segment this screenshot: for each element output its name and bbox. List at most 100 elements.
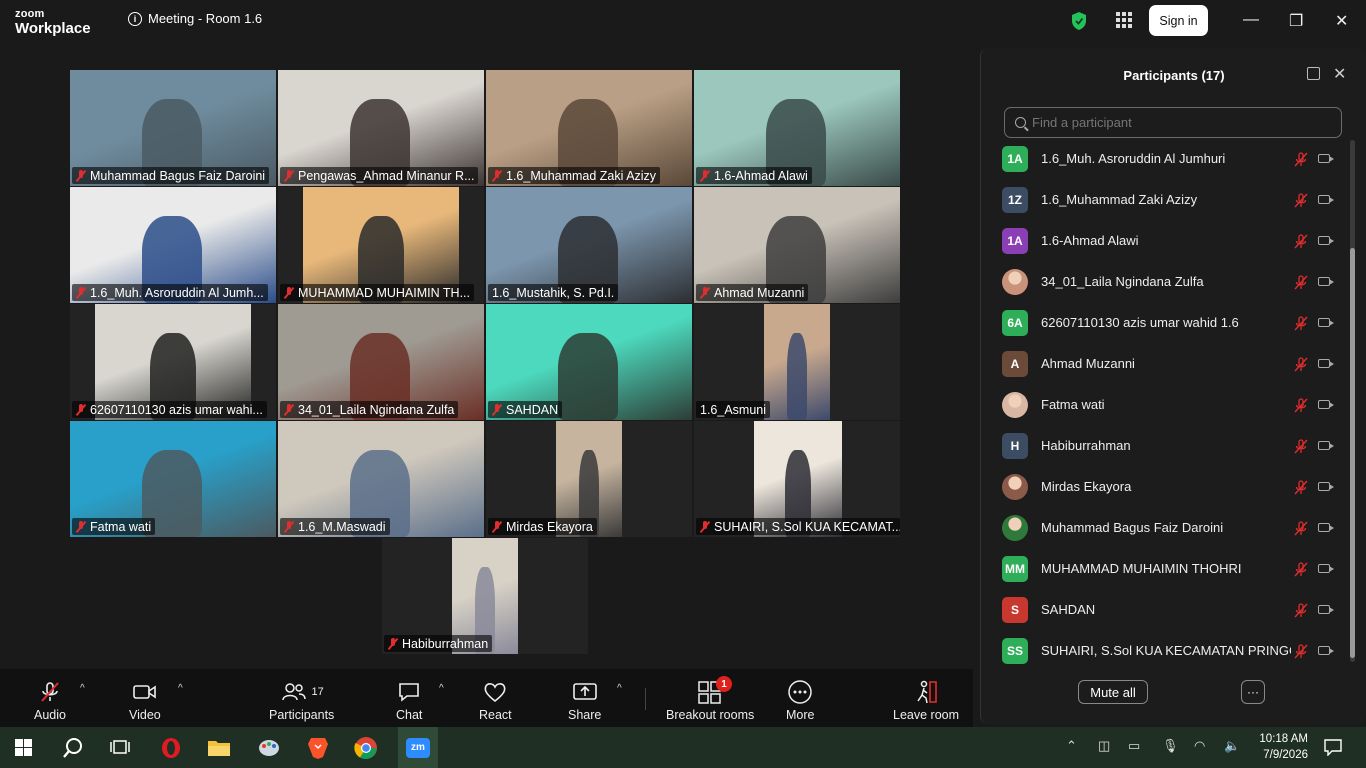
sign-in-button[interactable]: Sign in — [1149, 5, 1208, 36]
more-button[interactable]: More — [786, 679, 814, 722]
camera-off-icon[interactable] — [1318, 236, 1334, 245]
chat-button[interactable]: Chat — [396, 679, 422, 722]
video-tile[interactable]: Habiburrahman — [382, 538, 588, 654]
tray-overflow-icon[interactable]: ⌃ — [1066, 738, 1077, 754]
participant-row[interactable]: 1A 1.6-Ahmad Alawi — [1002, 220, 1342, 261]
video-tile[interactable]: MUHAMMAD MUHAIMIN TH... — [278, 187, 484, 303]
video-tile[interactable]: Fatma wati — [70, 421, 276, 537]
paint-icon[interactable] — [256, 735, 282, 761]
chat-options-caret[interactable]: ^ — [439, 683, 444, 694]
camera-off-icon[interactable] — [1318, 154, 1334, 163]
mic-muted-icon[interactable] — [1294, 357, 1308, 372]
minimize-button[interactable]: — — [1243, 11, 1259, 29]
participants-button[interactable]: 17 Participants — [269, 679, 334, 722]
mic-muted-icon[interactable] — [1294, 644, 1308, 659]
volume-icon[interactable]: 🔈 — [1224, 738, 1240, 754]
react-button[interactable]: React — [479, 679, 512, 722]
search-taskbar-icon[interactable] — [62, 737, 84, 759]
participant-row[interactable]: Muhammad Bagus Faiz Daroini — [1002, 507, 1342, 548]
video-options-caret[interactable]: ^ — [178, 683, 183, 694]
chrome-icon[interactable] — [353, 735, 379, 761]
camera-off-icon[interactable] — [1318, 318, 1334, 327]
camera-off-icon[interactable] — [1318, 646, 1334, 655]
participant-row[interactable]: Fatma wati — [1002, 384, 1342, 425]
file-explorer-icon[interactable] — [206, 735, 232, 761]
video-tile[interactable]: Ahmad Muzanni — [694, 187, 900, 303]
notifications-icon[interactable] — [1324, 739, 1342, 756]
video-tile[interactable]: 1.6_Asmuni — [694, 304, 900, 420]
participant-row[interactable]: S SAHDAN — [1002, 589, 1342, 630]
participant-row[interactable]: A Ahmad Muzanni — [1002, 343, 1342, 384]
search-input[interactable] — [1032, 115, 1332, 130]
mute-all-button[interactable]: Mute all — [1078, 680, 1148, 704]
mic-muted-icon[interactable] — [1294, 275, 1308, 290]
participant-row[interactable]: 1Z 1.6_Muhammad Zaki Azizy — [1002, 179, 1342, 220]
video-tile[interactable]: 62607110130 azis umar wahi... — [70, 304, 276, 420]
camera-off-icon[interactable] — [1318, 441, 1334, 450]
video-tile[interactable]: 1.6_Mustahik, S. Pd.I. — [486, 187, 692, 303]
participant-row[interactable]: 1A 1.6_Muh. Asroruddin Al Jumhuri — [1002, 138, 1342, 179]
video-tile[interactable]: Muhammad Bagus Faiz Daroini — [70, 70, 276, 186]
camera-off-icon[interactable] — [1318, 523, 1334, 532]
battery-icon[interactable]: ▭ — [1128, 738, 1140, 754]
video-tile[interactable]: Mirdas Ekayora — [486, 421, 692, 537]
task-view-icon[interactable] — [110, 738, 130, 756]
video-tile[interactable]: 34_01_Laila Ngindana Zulfa — [278, 304, 484, 420]
video-tile[interactable]: 1.6_Muhammad Zaki Azizy — [486, 70, 692, 186]
camera-off-icon[interactable] — [1318, 277, 1334, 286]
mic-muted-icon[interactable] — [1294, 562, 1308, 577]
camera-off-icon[interactable] — [1318, 359, 1334, 368]
camera-off-icon[interactable] — [1318, 564, 1334, 573]
audio-options-caret[interactable]: ^ — [80, 683, 85, 694]
windows-start-icon[interactable] — [15, 739, 32, 756]
leave-room-button[interactable]: Leave room — [893, 679, 959, 722]
opera-icon[interactable] — [158, 735, 184, 761]
video-tile[interactable]: 1.6_Muh. Asroruddin Al Jumh... — [70, 187, 276, 303]
apps-grid-icon[interactable] — [1116, 12, 1132, 28]
close-window-button[interactable]: ✕ — [1335, 11, 1348, 31]
camera-off-icon[interactable] — [1318, 605, 1334, 614]
shield-icon[interactable] — [1070, 11, 1088, 31]
participant-search[interactable] — [1004, 107, 1342, 138]
video-tile[interactable]: Pengawas_Ahmad Minanur R... — [278, 70, 484, 186]
close-icon[interactable]: ✕ — [1333, 64, 1346, 84]
scrollbar-thumb[interactable] — [1350, 248, 1355, 658]
participant-row[interactable]: SS SUHAIRI, S.Sol KUA KECAMATAN PRINGG... — [1002, 630, 1342, 671]
pop-out-icon[interactable] — [1307, 67, 1320, 80]
mic-muted-icon[interactable] — [1294, 480, 1308, 495]
video-tile[interactable]: SUHAIRI, S.Sol KUA KECAMAT... — [694, 421, 900, 537]
video-button[interactable]: Video — [129, 679, 161, 722]
share-options-caret[interactable]: ^ — [617, 683, 622, 694]
more-options-button[interactable]: ··· — [1241, 680, 1265, 704]
camera-off-icon[interactable] — [1318, 400, 1334, 409]
mic-muted-icon[interactable] — [1294, 439, 1308, 454]
mic-muted-icon[interactable] — [1294, 398, 1308, 413]
meet-now-icon[interactable]: ◫ — [1098, 738, 1110, 754]
mic-muted-icon[interactable] — [1294, 521, 1308, 536]
camera-off-icon[interactable] — [1318, 482, 1334, 491]
share-button[interactable]: Share — [568, 679, 601, 722]
maximize-button[interactable]: ❐ — [1289, 11, 1303, 31]
participant-row[interactable]: Mirdas Ekayora — [1002, 466, 1342, 507]
zoom-taskbar-icon[interactable]: zm — [398, 727, 438, 768]
microphone-tray-icon[interactable]: 🎙 — [1162, 738, 1179, 754]
mic-muted-icon[interactable] — [1294, 603, 1308, 618]
breakout-rooms-button[interactable]: Breakout rooms — [666, 679, 754, 722]
mic-muted-icon[interactable] — [1294, 193, 1308, 208]
wifi-icon[interactable]: ◠ — [1194, 738, 1205, 754]
mic-muted-icon[interactable] — [1294, 152, 1308, 167]
camera-off-icon[interactable] — [1318, 195, 1334, 204]
brave-browser-icon[interactable] — [305, 735, 331, 761]
system-clock[interactable]: 10:18 AM 7/9/2026 — [1252, 731, 1308, 763]
mic-muted-icon[interactable] — [1294, 316, 1308, 331]
participant-row[interactable]: 6A 62607110130 azis umar wahid 1.6 — [1002, 302, 1342, 343]
meeting-info[interactable]: i Meeting - Room 1.6 — [128, 11, 262, 26]
participant-row[interactable]: 34_01_Laila Ngindana Zulfa — [1002, 261, 1342, 302]
video-tile[interactable]: 1.6_M.Maswadi — [278, 421, 484, 537]
participant-row[interactable]: MM MUHAMMAD MUHAIMIN THOHRI — [1002, 548, 1342, 589]
info-icon[interactable]: i — [128, 11, 142, 26]
audio-button[interactable]: Audio — [34, 679, 66, 722]
video-tile[interactable]: SAHDAN — [486, 304, 692, 420]
participant-row[interactable]: H Habiburrahman — [1002, 425, 1342, 466]
video-tile[interactable]: 1.6-Ahmad Alawi — [694, 70, 900, 186]
